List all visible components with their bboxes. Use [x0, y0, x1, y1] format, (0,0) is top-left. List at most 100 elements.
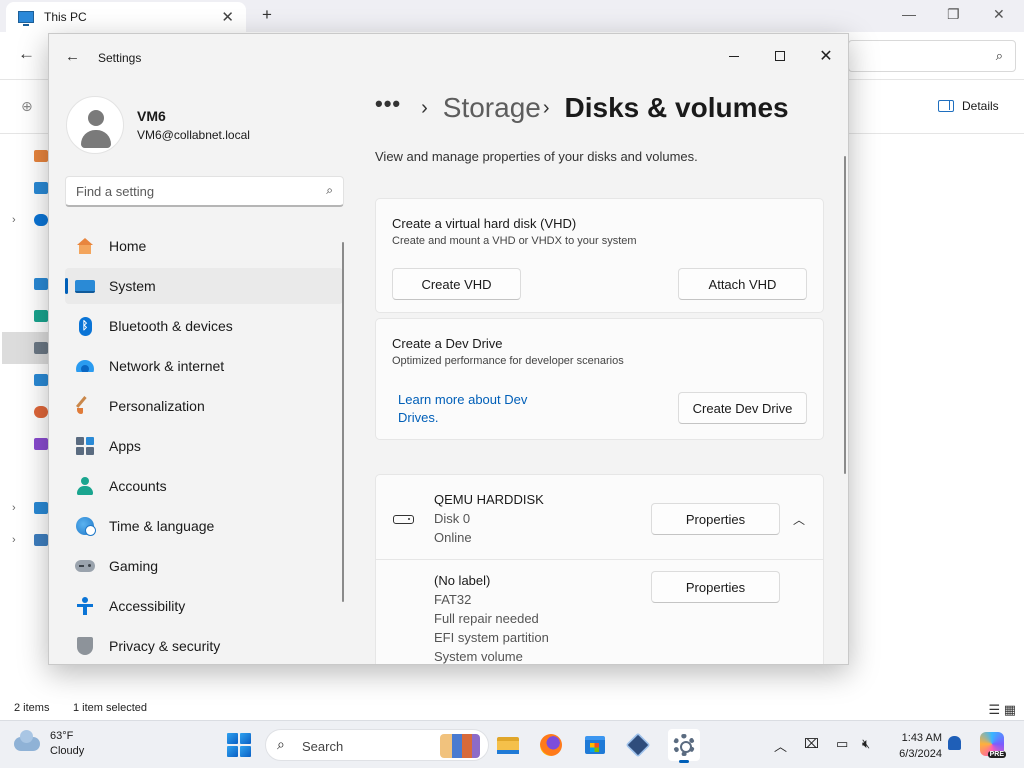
page-title: Disks & volumes: [564, 92, 789, 123]
new-item-icon[interactable]: ⊕: [21, 98, 33, 115]
dev-drive-card-title: Create a Dev Drive: [392, 336, 503, 351]
nav-label: Home: [109, 238, 147, 254]
attach-vhd-button[interactable]: Attach VHD: [678, 268, 807, 300]
nav-item-bluetooth[interactable]: ᛒ Bluetooth & devices: [65, 308, 343, 344]
virtualbox-icon: [625, 732, 651, 758]
minimize-icon: [729, 55, 739, 57]
start-button[interactable]: [227, 733, 251, 757]
vhd-card-description: Create and mount a VHD or VHDX to your s…: [392, 235, 637, 247]
nav-item-network[interactable]: Network & internet: [65, 348, 343, 384]
maximize-button[interactable]: [757, 40, 803, 72]
volume-type: EFI system partition: [434, 630, 549, 645]
nav-item-accounts[interactable]: Accounts: [65, 468, 343, 504]
nav-item-home[interactable]: Home: [65, 228, 343, 264]
firefox-taskbar-button[interactable]: [535, 729, 567, 761]
music-icon[interactable]: [34, 406, 48, 418]
nav-item-personalization[interactable]: Personalization: [65, 388, 343, 424]
breadcrumb: ••• › Storage › Disks & volumes: [375, 91, 789, 124]
copilot-button[interactable]: PRE: [980, 732, 1006, 758]
settings-nav: Home System ᛒ Bluetooth & devices Networ…: [65, 228, 343, 664]
create-vhd-button[interactable]: Create VHD: [392, 268, 521, 300]
find-setting-box[interactable]: ⌕: [65, 176, 344, 207]
nav-item-gaming[interactable]: Gaming: [65, 548, 343, 584]
chevron-right-icon[interactable]: ›: [12, 502, 16, 514]
find-setting-input[interactable]: [66, 177, 306, 205]
firefox-icon: [540, 734, 562, 756]
explorer-tab-this-pc[interactable]: This PC ✕: [6, 2, 246, 32]
search-highlight-icon: [440, 734, 480, 758]
nav-label: Apps: [109, 438, 141, 454]
nav-item-system[interactable]: System: [65, 268, 343, 304]
onedrive-icon[interactable]: [34, 214, 48, 226]
profile-text: VM6 VM6@collabnet.local: [137, 108, 250, 142]
documents-icon[interactable]: [34, 342, 48, 354]
settings-taskbar-button[interactable]: [668, 729, 700, 763]
system-icon: [75, 276, 95, 296]
clock-date: 6/3/2024: [899, 748, 942, 760]
nav-item-apps[interactable]: Apps: [65, 428, 343, 464]
account-icon: [75, 476, 95, 496]
nav-item-accessibility[interactable]: Accessibility: [65, 588, 343, 624]
create-dev-drive-button[interactable]: Create Dev Drive: [678, 392, 807, 424]
nav-item-time-language[interactable]: Time & language: [65, 508, 343, 544]
pictures-icon[interactable]: [34, 374, 48, 386]
nav-scrollbar[interactable]: [342, 242, 344, 602]
explorer-minimize-icon[interactable]: —: [902, 6, 916, 22]
user-email: VM6@collabnet.local: [137, 128, 250, 142]
chevron-up-icon[interactable]: ︿: [789, 509, 809, 529]
weather-text: 63°F Cloudy: [50, 729, 84, 759]
learn-more-dev-drives-link[interactable]: Learn more about Dev Drives.: [398, 391, 527, 427]
details-pane-icon: [938, 100, 954, 112]
chevron-right-icon[interactable]: ›: [12, 214, 16, 226]
link-line-2: Drives.: [398, 410, 439, 425]
this-pc-icon: [18, 11, 34, 26]
taskbar-search[interactable]: ⌕ Search: [265, 729, 489, 761]
breadcrumb-storage[interactable]: Storage: [443, 92, 541, 124]
wifi-icon: [75, 356, 95, 376]
disk-status: Online: [434, 530, 472, 545]
explorer-search-box[interactable]: ⌕: [848, 40, 1016, 72]
network-disconnected-icon[interactable]: ⌧: [804, 736, 819, 752]
globe-clock-icon: [75, 516, 96, 536]
back-arrow-icon[interactable]: ←: [65, 48, 80, 65]
explorer-restore-icon[interactable]: ❐: [947, 6, 960, 23]
volume-muted-icon[interactable]: 🔇︎: [862, 736, 870, 752]
desktop-icon[interactable]: [34, 278, 48, 290]
disk-properties-button[interactable]: Properties: [651, 503, 780, 535]
search-icon: ⌕: [995, 48, 1003, 63]
close-button[interactable]: ✕: [803, 40, 848, 72]
nav-label: Gaming: [109, 558, 159, 574]
content-scrollbar[interactable]: [844, 156, 846, 474]
taskbar-clock[interactable]: 1:43 AM 6/3/2024: [886, 730, 942, 762]
chevron-up-icon[interactable]: ︿: [774, 736, 787, 755]
file-explorer-taskbar-button[interactable]: [492, 729, 524, 761]
this-pc-icon[interactable]: [34, 502, 48, 514]
close-tab-icon[interactable]: ✕: [221, 8, 234, 26]
explorer-close-icon[interactable]: ✕: [993, 6, 1005, 23]
chevron-right-icon: ›: [421, 96, 428, 119]
videos-icon[interactable]: [34, 438, 48, 450]
explorer-back-icon[interactable]: ←: [18, 44, 35, 64]
user-profile[interactable]: VM6 VM6@collabnet.local: [66, 96, 250, 154]
downloads-icon[interactable]: [34, 310, 48, 322]
new-tab-icon[interactable]: +: [262, 5, 272, 25]
nav-item-privacy-security[interactable]: Privacy & security: [65, 628, 343, 664]
gallery-icon[interactable]: [34, 182, 48, 194]
store-icon: [585, 736, 605, 754]
view-toggle-icons[interactable]: ☰ ▦: [988, 702, 1016, 718]
network-icon[interactable]: [34, 534, 48, 546]
minimize-button[interactable]: [711, 40, 757, 72]
notification-bell-icon[interactable]: [948, 736, 961, 750]
display-icon[interactable]: ▭: [836, 736, 848, 752]
weather-widget[interactable]: 63°F Cloudy: [14, 729, 84, 759]
chevron-right-icon[interactable]: ›: [12, 534, 16, 546]
virtualbox-taskbar-button[interactable]: [622, 729, 654, 761]
store-taskbar-button[interactable]: [579, 729, 611, 761]
clock-time: 1:43 AM: [901, 732, 942, 744]
home-icon[interactable]: [34, 150, 48, 162]
details-pane-button[interactable]: Details: [938, 99, 999, 113]
vhd-card-title: Create a virtual hard disk (VHD): [392, 216, 577, 231]
settings-window: ← Settings ✕ VM6 VM6@collabnet.local ⌕ H…: [48, 33, 849, 665]
breadcrumb-more-button[interactable]: •••: [375, 91, 401, 117]
volume-properties-button[interactable]: Properties: [651, 571, 780, 603]
